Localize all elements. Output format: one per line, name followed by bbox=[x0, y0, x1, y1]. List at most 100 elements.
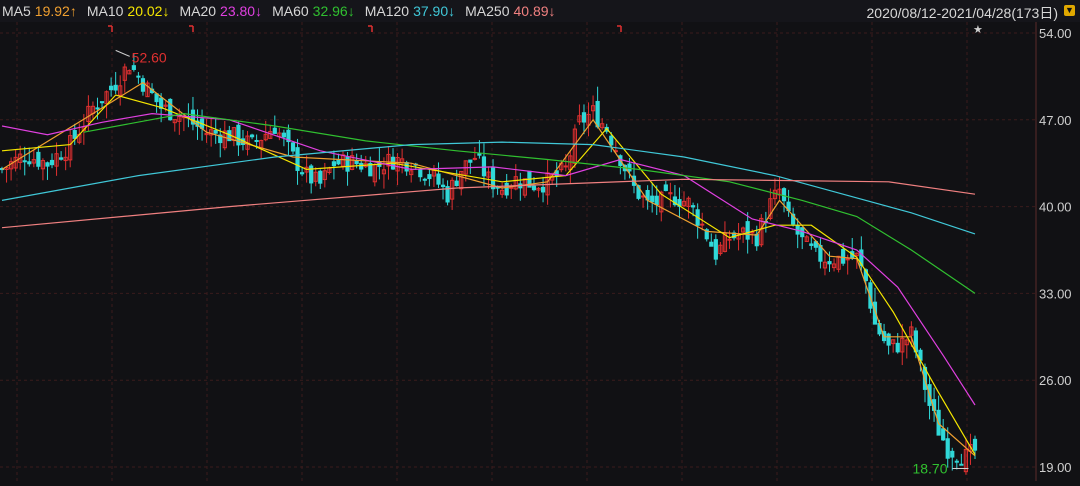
dropdown-arrow-icon[interactable]: ▼ bbox=[1064, 5, 1075, 16]
kline-chart[interactable]: 54.00 47.00 40.00 33.00 26.00 19.00 52.60 18.70… bbox=[0, 0, 1080, 481]
candle-body bbox=[345, 156, 350, 172]
candle-body bbox=[827, 261, 832, 265]
candle-body bbox=[113, 84, 118, 91]
y-tick-label: 40.00 bbox=[1039, 200, 1072, 215]
y-tick-label: 47.00 bbox=[1039, 113, 1072, 128]
candle-body bbox=[745, 221, 750, 240]
y-tick-label: 33.00 bbox=[1039, 286, 1072, 301]
candle-body bbox=[299, 172, 305, 175]
candle-body bbox=[22, 160, 27, 163]
candle-body bbox=[140, 78, 146, 92]
legend-item-ma20[interactable]: MA20 23.80↓ bbox=[179, 3, 262, 19]
candle-body bbox=[131, 65, 136, 70]
candle-body bbox=[109, 85, 114, 91]
candle-body bbox=[418, 169, 423, 178]
candle-body bbox=[136, 75, 141, 78]
low-price-label: 18.70 bbox=[912, 461, 947, 477]
legend-ma-name: MA120 bbox=[364, 3, 410, 19]
legend-ma-value: 20.02 bbox=[127, 3, 163, 19]
candle-body bbox=[959, 463, 964, 466]
y-tick-label: 26.00 bbox=[1039, 373, 1072, 388]
candle-body bbox=[249, 134, 255, 138]
candle-body bbox=[654, 195, 659, 206]
y-tick-label: 54.00 bbox=[1039, 26, 1072, 41]
legend-item-ma120[interactable]: MA120 37.90↓ bbox=[365, 3, 455, 19]
legend-ma-value: 19.92 bbox=[34, 3, 70, 19]
candle-body bbox=[727, 238, 732, 241]
candle-body bbox=[481, 156, 487, 177]
y-tick-label: 19.00 bbox=[1039, 460, 1072, 475]
candle-body bbox=[336, 159, 341, 165]
candle-body bbox=[72, 130, 77, 139]
candle-body bbox=[454, 180, 459, 187]
down-arrow-icon: ↓ bbox=[548, 3, 556, 19]
legend-item-ma10[interactable]: MA10 20.02↓ bbox=[87, 3, 170, 19]
candle-body bbox=[331, 161, 337, 167]
candle-body bbox=[27, 161, 32, 165]
candle-body bbox=[440, 184, 446, 188]
candle-body bbox=[436, 173, 441, 185]
candle-body bbox=[154, 93, 159, 103]
legend-ma-name: MA20 bbox=[179, 3, 217, 19]
legend-ma-name: MA5 bbox=[2, 3, 31, 19]
candle-body bbox=[563, 165, 568, 168]
chart-canvas[interactable]: 54.00 47.00 40.00 33.00 26.00 19.00 52.60 18.70… bbox=[0, 0, 1080, 481]
candle-body bbox=[427, 174, 432, 180]
candle-body bbox=[99, 101, 105, 104]
candle-body bbox=[404, 162, 409, 172]
candle-body bbox=[841, 248, 846, 264]
candle-body bbox=[254, 139, 259, 142]
candle-body bbox=[709, 241, 714, 247]
candle-body bbox=[318, 170, 323, 184]
candle-body bbox=[49, 159, 55, 166]
candle-body bbox=[954, 460, 959, 463]
candle-body bbox=[650, 195, 655, 203]
candle-body bbox=[895, 342, 900, 353]
legend-ma-name: MA250 bbox=[465, 3, 510, 19]
down-arrow-icon: ↓ bbox=[255, 3, 263, 19]
high-price-label: 52.60 bbox=[132, 49, 167, 65]
candle-body bbox=[972, 438, 978, 451]
date-range-label[interactable]: 2020/08/12-2021/04/28(173日) bbox=[867, 3, 1058, 23]
candle-body bbox=[472, 157, 477, 160]
candle-body bbox=[945, 438, 950, 459]
candle-body bbox=[45, 162, 50, 167]
candle-body bbox=[36, 151, 41, 167]
candle-body bbox=[290, 142, 296, 152]
legend-ma-name: MA10 bbox=[86, 3, 124, 19]
down-arrow-icon: ↓ bbox=[448, 3, 456, 19]
candle-body bbox=[609, 135, 614, 146]
legend-ma-value: 40.89 bbox=[513, 3, 549, 19]
candle-body bbox=[281, 132, 286, 138]
candle-body bbox=[691, 205, 696, 208]
candle-body bbox=[354, 160, 359, 165]
candle-body bbox=[886, 333, 891, 346]
star-icon: ★ bbox=[973, 24, 983, 36]
candle-body bbox=[95, 107, 100, 110]
candle-body bbox=[941, 428, 946, 441]
legend-ma-name: MA60 bbox=[272, 3, 309, 19]
candle-body bbox=[272, 127, 277, 134]
candle-body bbox=[468, 159, 473, 163]
candle-body bbox=[477, 153, 482, 156]
down-arrow-icon: ↓ bbox=[347, 3, 355, 19]
legend-item-ma60[interactable]: MA60 32.96↓ bbox=[272, 3, 355, 19]
up-arrow-icon: ↑ bbox=[69, 3, 77, 19]
legend-item-ma5[interactable]: MA5 19.92↑ bbox=[2, 3, 77, 19]
candle-body bbox=[781, 188, 787, 202]
candle-body bbox=[809, 243, 814, 246]
down-arrow-icon: ↓ bbox=[162, 3, 170, 19]
candle-body bbox=[422, 178, 427, 181]
legend-ma-value: 32.96 bbox=[312, 3, 348, 19]
candle-body bbox=[627, 163, 632, 172]
candle-body bbox=[295, 147, 300, 171]
candle-body bbox=[950, 450, 955, 458]
candle-body bbox=[595, 100, 600, 128]
candle-body bbox=[713, 239, 718, 260]
legend-item-ma250[interactable]: MA250 40.89↓ bbox=[465, 3, 555, 19]
candle-body bbox=[213, 130, 218, 134]
candle-body bbox=[531, 185, 537, 191]
candle-body bbox=[663, 184, 668, 192]
candle-body bbox=[59, 157, 64, 160]
chart-background bbox=[0, 0, 1080, 481]
